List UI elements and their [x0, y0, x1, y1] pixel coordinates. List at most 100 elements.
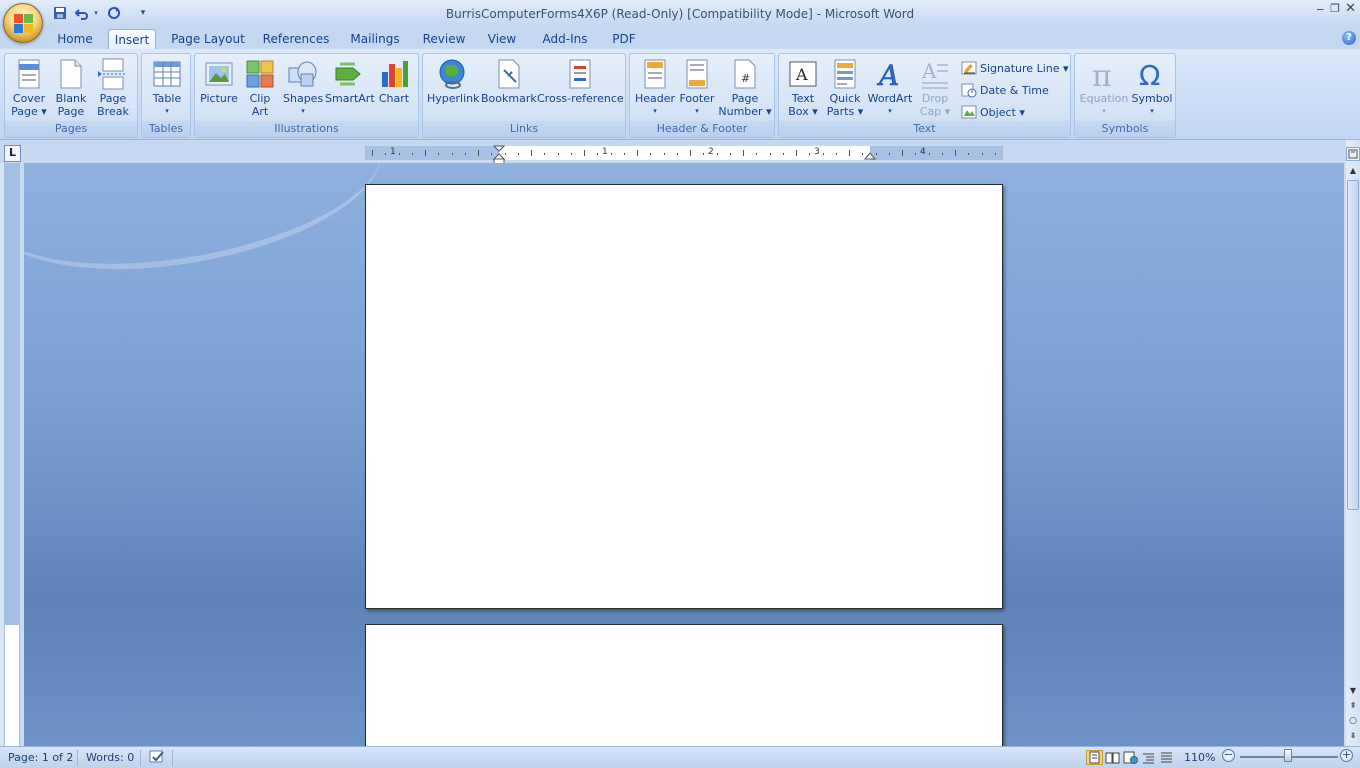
- ruler-tick: [849, 150, 850, 156]
- text-box-button[interactable]: A Text Box ▾: [783, 56, 823, 122]
- help-icon[interactable]: ?: [1342, 31, 1356, 45]
- shapes-button[interactable]: Shapes ▾: [283, 56, 323, 122]
- ruler-tick: [544, 153, 546, 155]
- zoom-in-button[interactable]: +: [1340, 749, 1353, 762]
- clip-art-button[interactable]: Clip Art: [241, 56, 279, 122]
- zoom-level[interactable]: 110%: [1184, 750, 1215, 766]
- ruler-tick: [637, 150, 638, 156]
- bookmark-button[interactable]: Bookmark: [481, 56, 537, 122]
- zoom-slider-thumb[interactable]: [1284, 749, 1292, 762]
- scroll-up-arrow-icon[interactable]: ▲: [1347, 166, 1359, 175]
- object-button[interactable]: Object ▾: [961, 102, 1025, 122]
- svg-text:A: A: [921, 59, 937, 83]
- picture-button[interactable]: Picture: [199, 56, 239, 122]
- wordart-button[interactable]: A WordArt ▾: [867, 56, 913, 122]
- symbol-button[interactable]: Ω Symbol ▾: [1131, 56, 1173, 122]
- scroll-down-arrow-icon[interactable]: ▼: [1347, 686, 1359, 695]
- tab-page-layout[interactable]: Page Layout: [168, 29, 248, 50]
- page-break-button[interactable]: Page Break: [93, 56, 133, 122]
- full-screen-reading-view-icon[interactable]: [1104, 750, 1121, 765]
- right-indent-marker[interactable]: [863, 149, 877, 164]
- tab-selector-button[interactable]: L: [4, 145, 21, 162]
- page-2[interactable]: [365, 624, 1003, 754]
- customize-icon[interactable]: ▾: [138, 5, 148, 21]
- tab-review[interactable]: Review: [419, 29, 469, 50]
- undo-dropdown-icon[interactable]: ▾: [92, 5, 100, 21]
- undo-icon[interactable]: [74, 5, 90, 21]
- word-count[interactable]: Words: 0: [86, 750, 134, 766]
- select-browse-object-icon[interactable]: ○: [1347, 716, 1359, 726]
- page-number-button[interactable]: # Page Number ▾: [718, 56, 772, 122]
- redo-icon[interactable]: [106, 5, 122, 21]
- chart-icon: [378, 58, 410, 90]
- chart-button[interactable]: Chart: [375, 56, 413, 122]
- print-layout-view-icon[interactable]: [1086, 750, 1103, 765]
- svg-text:A: A: [795, 65, 808, 84]
- close-button[interactable]: ✕: [1345, 1, 1356, 16]
- draft-view-icon[interactable]: [1158, 750, 1175, 765]
- window-title: BurrisComputerForms4X6P (Read-Only) [Com…: [445, 7, 915, 21]
- tab-view[interactable]: View: [482, 29, 522, 50]
- web-layout-view-icon[interactable]: [1122, 750, 1139, 765]
- equation-button[interactable]: π Equation ▾: [1079, 56, 1129, 122]
- view-ruler-icon[interactable]: [1346, 147, 1360, 161]
- blank-page-icon: [55, 58, 87, 90]
- page-1[interactable]: [365, 184, 1003, 609]
- ruler-tick: [676, 153, 678, 155]
- tab-home[interactable]: Home: [52, 29, 98, 50]
- minimize-button[interactable]: ‒: [1316, 2, 1324, 16]
- header-button[interactable]: Header ▾: [634, 56, 676, 122]
- next-page-icon[interactable]: ⇟: [1347, 731, 1359, 740]
- ruler-tick: [425, 150, 426, 156]
- ruler-tick: [464, 153, 466, 155]
- ruler-tick: [902, 150, 903, 156]
- outline-view-icon[interactable]: [1140, 750, 1157, 765]
- pi-icon: π: [1088, 58, 1120, 94]
- separator: [172, 750, 173, 766]
- tab-insert[interactable]: Insert: [108, 29, 156, 50]
- drop-cap-icon: A: [919, 58, 951, 90]
- ruler-number: 2: [708, 147, 714, 157]
- previous-page-icon[interactable]: ⇞: [1347, 701, 1359, 710]
- group-label-symbols: Symbols: [1075, 121, 1175, 137]
- footer-icon: [681, 58, 713, 90]
- signature-line-button[interactable]: Signature Line ▾: [961, 58, 1069, 78]
- page-count[interactable]: Page: 1 of 2: [8, 750, 73, 766]
- hyperlink-globe-icon: [437, 58, 469, 90]
- ruler-tick: [716, 153, 718, 155]
- ruler-tick: [968, 153, 970, 155]
- maximize-button[interactable]: ❐: [1330, 2, 1340, 15]
- wordart-icon: A: [874, 58, 906, 93]
- date-time-icon: [961, 82, 977, 98]
- zoom-out-button[interactable]: −: [1222, 749, 1235, 762]
- text-box-icon: A: [787, 58, 819, 90]
- smartart-button[interactable]: SmartArt: [325, 56, 375, 122]
- ruler-tick: [690, 150, 691, 156]
- drop-cap-button[interactable]: A Drop Cap ▾: [915, 56, 955, 122]
- ruler-tick: [703, 153, 705, 155]
- cross-reference-button[interactable]: Cross-reference: [537, 56, 624, 122]
- ruler-tick: [610, 153, 612, 155]
- table-button[interactable]: Table ▾: [146, 56, 188, 122]
- ruler-tick: [398, 153, 400, 155]
- date-time-button[interactable]: Date & Time: [961, 80, 1049, 100]
- cover-page-button[interactable]: Cover Page ▾: [9, 56, 49, 122]
- group-label-pages: Pages: [5, 121, 137, 137]
- tab-add-ins[interactable]: Add-Ins: [538, 29, 592, 50]
- proofing-check-icon[interactable]: [149, 749, 167, 765]
- quick-parts-button[interactable]: Quick Parts ▾: [825, 56, 865, 122]
- group-label-text: Text: [779, 121, 1070, 137]
- cover-page-icon: [13, 58, 45, 90]
- tab-mailings[interactable]: Mailings: [345, 29, 405, 50]
- shapes-icon: [287, 58, 319, 90]
- save-icon[interactable]: [52, 5, 68, 21]
- scroll-thumb[interactable]: [1347, 180, 1359, 510]
- hyperlink-button[interactable]: Hyperlink: [427, 56, 480, 122]
- footer-button[interactable]: Footer ▾: [676, 56, 718, 122]
- blank-page-button[interactable]: Blank Page: [51, 56, 91, 122]
- office-button[interactable]: [3, 3, 43, 43]
- tab-references[interactable]: References: [260, 29, 332, 50]
- group-links: Hyperlink Bookmark Cross-reference Links: [422, 53, 626, 138]
- ruler-tick: [663, 153, 665, 155]
- tab-pdf[interactable]: PDF: [606, 29, 642, 50]
